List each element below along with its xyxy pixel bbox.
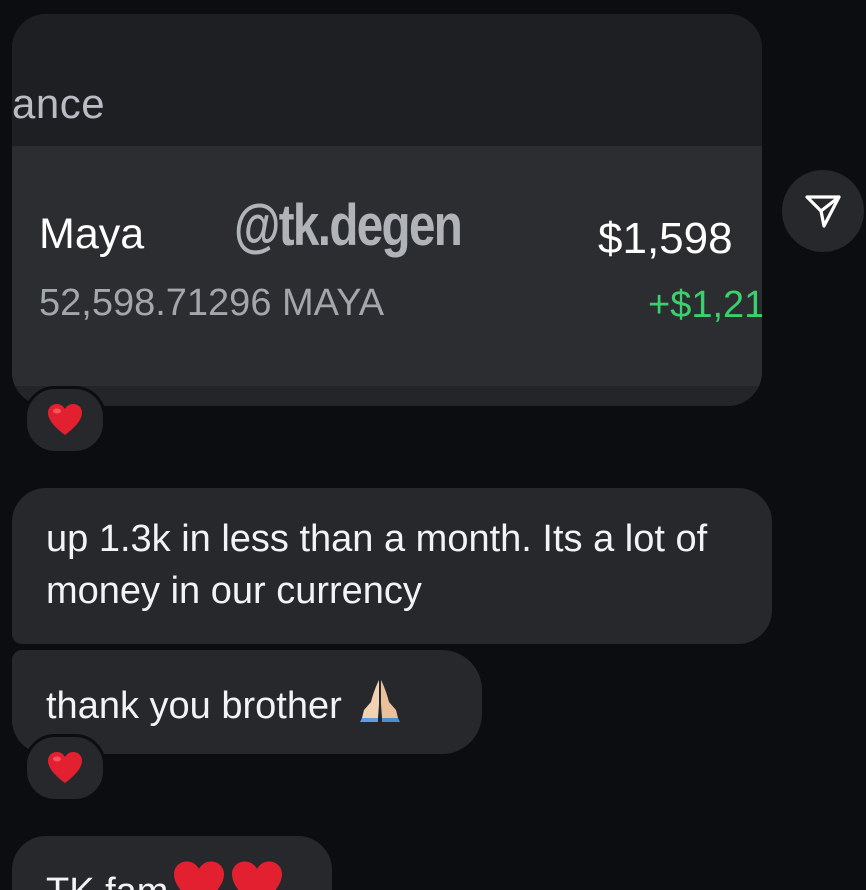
- folded-hands-icon: [356, 676, 404, 736]
- paper-plane-icon: [805, 195, 841, 228]
- message-bubble[interactable]: TK fam: [12, 836, 332, 890]
- watermark-handle: @tk.degen: [234, 193, 463, 258]
- chat-thread: ance Maya @tk.degen $1,598 52,598.71296 …: [0, 0, 866, 890]
- shared-portfolio-card[interactable]: ance Maya @tk.degen $1,598 52,598.71296 …: [12, 14, 762, 406]
- token-row: [12, 146, 762, 386]
- card-header: ance: [12, 14, 762, 146]
- message-content: TK fam: [46, 860, 284, 890]
- red-heart-icon: [230, 860, 284, 890]
- red-heart-icon: [172, 860, 226, 890]
- token-amount: 52,598.71296 MAYA: [39, 282, 385, 324]
- message-text: thank you brother: [46, 685, 342, 727]
- red-heart-icon: [48, 404, 82, 435]
- message-text: up 1.3k in less than a month. Its a lot …: [46, 518, 708, 612]
- message-text: TK fam: [46, 866, 168, 890]
- card-header-title-fragment: ance: [12, 80, 106, 127]
- message-content: thank you brother: [46, 676, 404, 736]
- token-name: Maya: [39, 210, 145, 258]
- token-change: +$1,21: [648, 284, 762, 326]
- token-value: $1,598: [598, 214, 733, 263]
- share-button[interactable]: [782, 170, 864, 252]
- red-heart-icon: [48, 752, 82, 783]
- reaction-heart-card[interactable]: [24, 386, 106, 454]
- reaction-heart-message[interactable]: [24, 734, 106, 802]
- message-bubble[interactable]: up 1.3k in less than a month. Its a lot …: [12, 488, 772, 644]
